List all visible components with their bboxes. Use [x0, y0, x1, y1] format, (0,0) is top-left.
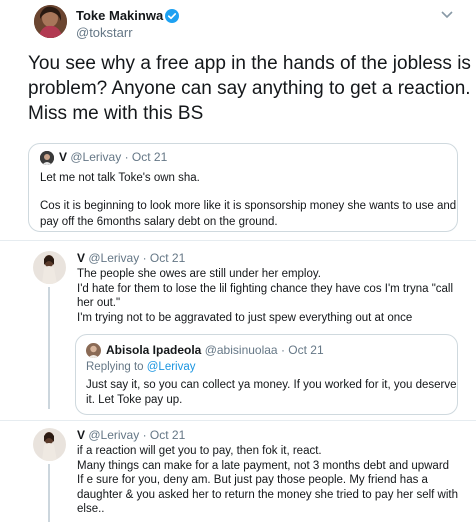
nested-quote-date: Oct 21 [288, 343, 324, 357]
reply-author-handle[interactable]: @Lerivay [88, 251, 139, 265]
avatar[interactable] [34, 5, 67, 38]
quoted-tweet-card[interactable]: V @Lerivay · Oct 21 Let me not talk Toke… [28, 143, 458, 232]
replying-to: Replying to @Lerivay [86, 361, 196, 373]
tweet-text-line: problem? Anyone can say anything to get … [28, 78, 471, 99]
nested-quote-avatar [86, 343, 101, 358]
reply-text-line: if a reaction will get you to pay, then … [77, 445, 322, 457]
quoted-text-line: Let me not talk Toke's own sha. [40, 172, 200, 184]
author-handle[interactable]: @tokstarr [76, 25, 133, 40]
separator-dot: · [142, 251, 147, 265]
nested-quote-author-name: Abisola Ipadeola [106, 343, 202, 357]
reply-author-handle[interactable]: @Lerivay [88, 428, 139, 442]
quoted-avatar [40, 151, 54, 165]
reply-avatar-photo [33, 251, 66, 284]
reply-author-name[interactable]: V [77, 428, 85, 442]
reply-text: if a reaction will get you to pay, then … [77, 444, 458, 517]
divider [0, 420, 476, 421]
separator-dot: · [280, 343, 285, 357]
reply-date[interactable]: Oct 21 [150, 251, 185, 265]
reply-date[interactable]: Oct 21 [150, 428, 185, 442]
author-name[interactable]: Toke Makinwa [76, 8, 163, 23]
replying-to-handle[interactable]: @Lerivay [147, 361, 196, 373]
reply-text-line: Many things can make for a late payment,… [77, 459, 450, 472]
reply-header: V @Lerivay · Oct 21 [77, 251, 185, 265]
separator-dot: · [124, 150, 129, 164]
reply-avatar-photo [33, 428, 66, 461]
reply-text-line: I'd hate for them to lose the lil fighti… [77, 282, 454, 295]
thread-line [48, 287, 50, 409]
reply-text: The people she owes are still under her … [77, 267, 453, 325]
replying-to-label: Replying to [86, 361, 144, 373]
reply-text-line: her out." [77, 297, 121, 309]
reply-text-line: If e sure for you, deny am. But just pay… [77, 474, 428, 486]
nested-quote-header: Abisola Ipadeola @abisinuolaa · Oct 21 [106, 343, 324, 357]
avatar-photo [34, 5, 67, 38]
tweet-text-line: You see why a free app in the hands of t… [28, 53, 476, 74]
quoted-text: Let me not talk Toke's own sha. Cos it i… [40, 170, 456, 230]
quoted-author-handle: @Lerivay [70, 150, 122, 164]
tweet-text: You see why a free app in the hands of t… [28, 51, 476, 126]
reply-avatar[interactable] [33, 428, 66, 461]
verified-badge-icon [165, 9, 179, 23]
reply-text-line: daughter & you asked her to return the m… [77, 488, 458, 501]
quoted-text-line: pay off the 6months salary debt on the g… [40, 216, 278, 228]
chevron-down-icon[interactable] [440, 10, 454, 20]
nested-quote-text-line: it. Let Toke pay up. [86, 394, 183, 406]
reply-avatar[interactable] [33, 251, 66, 284]
nested-quote-card[interactable]: Abisola Ipadeola @abisinuolaa · Oct 21 R… [75, 334, 458, 415]
reply-text-line: The people she owes are still under her … [77, 268, 321, 280]
quoted-date: Oct 21 [131, 150, 168, 164]
separator-dot: · [142, 428, 147, 442]
tweet-text-line: Miss me with this BS [28, 103, 204, 124]
reply-header: V @Lerivay · Oct 21 [77, 428, 185, 442]
reply-text-line: I'm trying not to be aggravated to just … [77, 311, 413, 324]
thread-line [48, 464, 50, 522]
nested-quote-text-line: Just say it, so you can collect ya money… [86, 379, 457, 391]
divider [0, 240, 476, 241]
reply-text-line: else.. [77, 503, 105, 515]
quoted-author-name: V [59, 150, 68, 164]
nested-quote-author-handle: @abisinuolaa [204, 343, 278, 357]
quoted-header: V @Lerivay · Oct 21 [59, 150, 167, 164]
reply-author-name[interactable]: V [77, 251, 85, 265]
nested-quote-text: Just say it, so you can collect ya money… [86, 378, 457, 408]
quoted-text-line: Cos it is beginning to look more like it… [40, 200, 457, 212]
